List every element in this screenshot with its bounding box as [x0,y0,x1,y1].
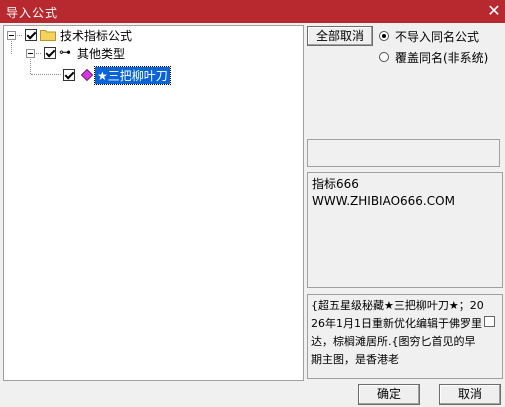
formula-info-panel: 指标666 WWW.ZHIBIAO666.COM [307,172,503,288]
title-bar: 导入公式 ✕ [0,0,505,23]
tree-node-formula[interactable]: ★三把柳叶刀 [4,66,204,85]
skip-duplicate-label[interactable]: 不导入同名公式 [395,28,479,45]
overwrite-duplicate-radio[interactable] [379,52,389,62]
window-title: 导入公式 [6,6,59,20]
info-name: 指标666 [312,177,359,191]
description-text: {超五星级秘藏★三把柳叶刀★；2026年1月1日重新优化编辑于佛罗里达，棕榈滩居… [311,299,484,366]
collapse-icon[interactable] [26,49,35,58]
cancel-button[interactable]: 取消 [439,384,501,405]
tree-node-other-types-label: 其他类型 [77,47,126,61]
tree-node-root[interactable]: 技术指标公式 [4,26,204,44]
tree-node-other-types[interactable]: ⊶ 其他类型 [4,45,204,63]
cancel-all-button[interactable]: 全部取消 [307,26,373,46]
close-icon[interactable]: ✕ [483,0,505,23]
skip-duplicate-radio[interactable] [379,31,389,41]
import-options: 全部取消 不导入同名公式 覆盖同名(非系统) [307,25,502,137]
diamond-formula-icon [81,69,93,81]
empty-panel [307,139,500,167]
overwrite-duplicate-label[interactable]: 覆盖同名(非系统) [395,49,488,66]
formula-checkbox[interactable] [63,69,75,81]
root-checkbox[interactable] [25,29,37,41]
description-checkbox[interactable] [484,316,495,327]
ok-button[interactable]: 确定 [358,384,420,405]
folder-icon [40,30,56,41]
formula-description-panel: {超五星级秘藏★三把柳叶刀★；2026年1月1日重新优化编辑于佛罗里达，棕榈滩居… [307,294,503,379]
tree-node-formula-label[interactable]: ★三把柳叶刀 [94,66,171,85]
collapse-icon[interactable] [7,31,16,40]
other-types-checkbox[interactable] [44,47,56,59]
formula-tree[interactable]: 技术指标公式 ⊶ 其他类型 ★三把柳叶刀 [3,25,304,381]
tree-node-root-label: 技术指标公式 [60,29,133,43]
info-website: WWW.ZHIBIAO666.COM [312,194,455,208]
import-formula-dialog: 导入公式 ✕ 技术指标公式 ⊶ 其他类型 ★三把柳叶刀 全部取消 不导入同名公式… [0,0,505,407]
key-icon: ⊶ [59,45,71,59]
